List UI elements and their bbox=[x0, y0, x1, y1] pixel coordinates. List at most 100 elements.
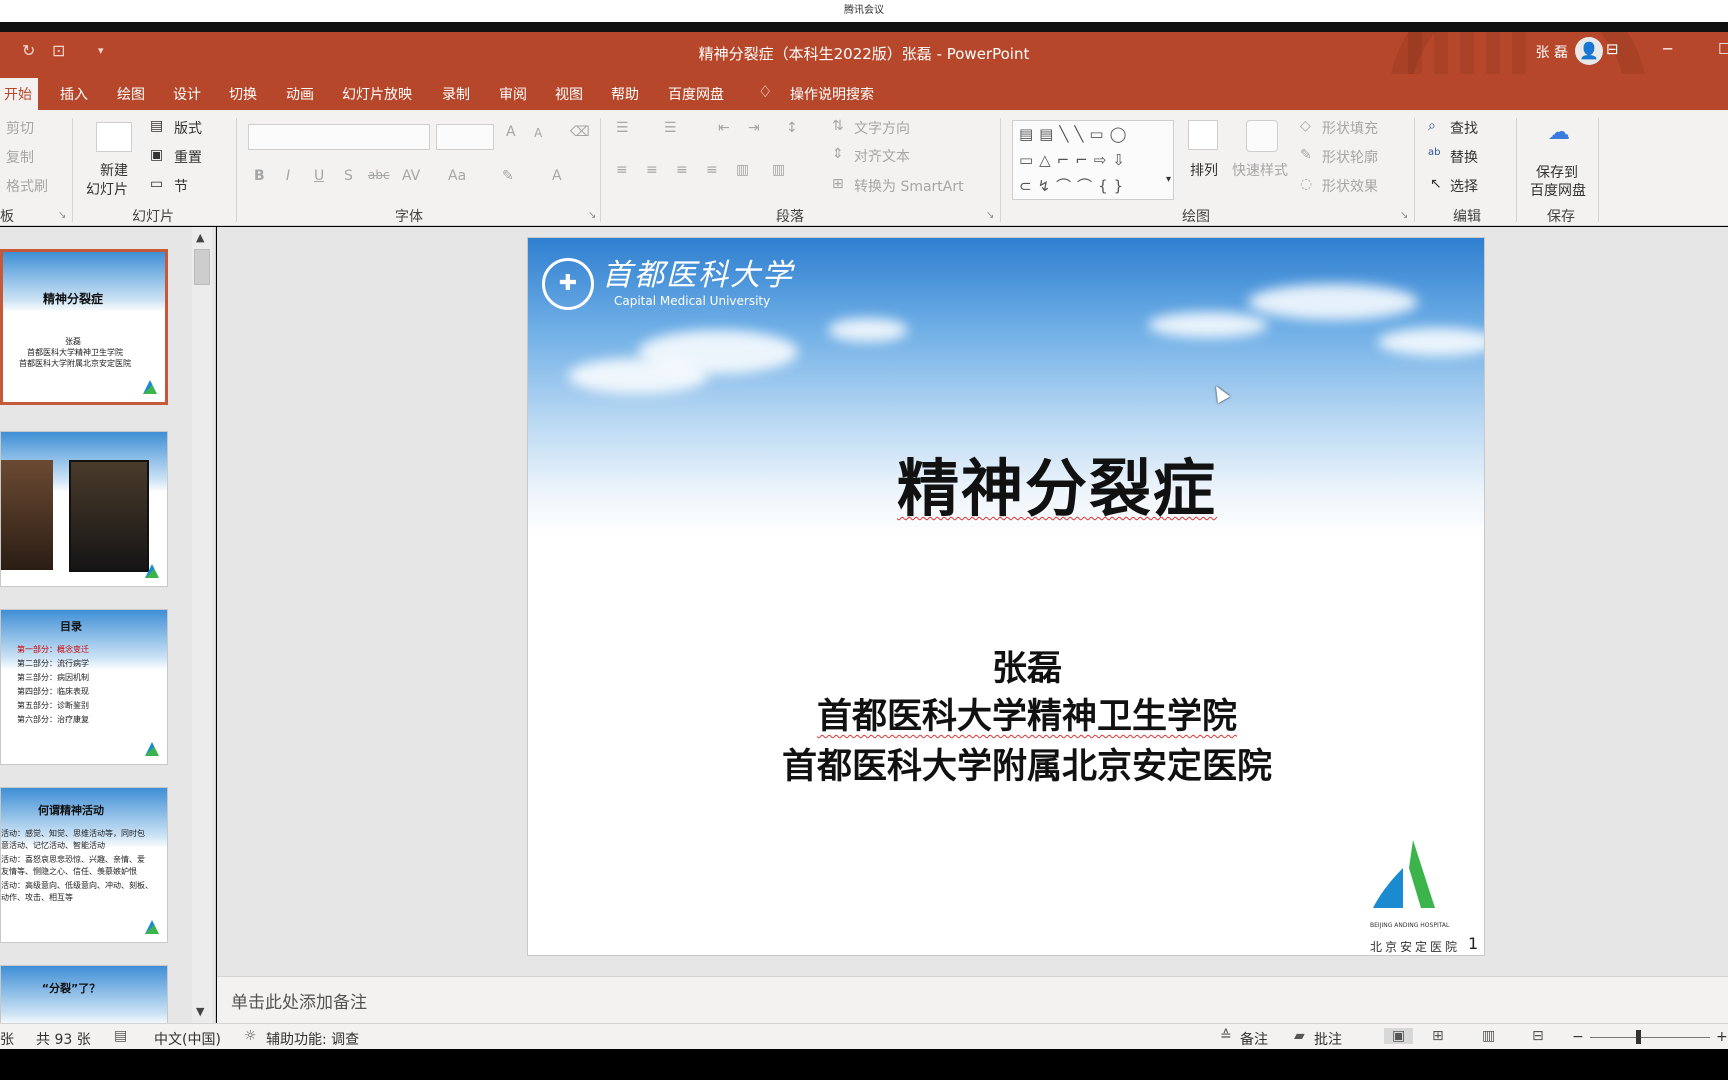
user-name[interactable]: 张 磊 bbox=[1536, 42, 1568, 62]
save-baidu-label-2[interactable]: 百度网盘 bbox=[1530, 180, 1586, 200]
align-left-icon[interactable]: ≡ bbox=[616, 162, 628, 178]
current-slide[interactable]: ✚ 首都医科大学 Capital Medical University 精神分裂… bbox=[527, 237, 1485, 956]
shape-effects-button[interactable]: 形状效果 bbox=[1322, 176, 1378, 196]
font-size-dropdown[interactable] bbox=[436, 124, 494, 150]
new-slide-label-1[interactable]: 新建 bbox=[100, 160, 128, 180]
tab-help[interactable]: 帮助 bbox=[611, 84, 639, 104]
arrange-icon[interactable] bbox=[1188, 120, 1218, 150]
numbering-icon[interactable]: ☰ bbox=[664, 120, 677, 136]
zoom-slider[interactable] bbox=[1590, 1037, 1710, 1038]
change-case-button[interactable]: Aa bbox=[448, 168, 466, 184]
slide-thumbnail-2[interactable] bbox=[0, 431, 168, 587]
arrange-button[interactable]: 排列 bbox=[1190, 160, 1218, 180]
paragraph-launcher-icon[interactable]: ↘ bbox=[986, 210, 994, 221]
shape-outline-button[interactable]: 形状轮廓 bbox=[1322, 147, 1378, 167]
slide-thumbnail-4[interactable]: 何谓精神活动 活动：感觉、知觉、思维活动等，同时包 意活动、记忆活动、智能活动 … bbox=[0, 787, 168, 943]
section-button[interactable]: 节 bbox=[174, 176, 188, 196]
notes-icon[interactable]: ≙ bbox=[1220, 1028, 1232, 1044]
drawing-launcher-icon[interactable]: ↘ bbox=[1400, 210, 1408, 221]
normal-view-icon[interactable]: ▣ bbox=[1384, 1028, 1414, 1044]
maximize-icon[interactable]: ☐ bbox=[1718, 40, 1728, 58]
tab-insert[interactable]: 插入 bbox=[60, 84, 88, 104]
quick-styles-icon[interactable] bbox=[1246, 120, 1278, 152]
zoom-in-button[interactable]: + bbox=[1716, 1029, 1728, 1045]
thumbnail-scrollbar[interactable]: ▲ ▼ bbox=[192, 227, 212, 1023]
copy-button[interactable]: 复制 bbox=[6, 147, 34, 167]
text-direction-button[interactable]: 文字方向 bbox=[854, 118, 910, 138]
tab-animations[interactable]: 动画 bbox=[286, 84, 314, 104]
shadow-button[interactable]: S bbox=[344, 168, 353, 184]
reset-button[interactable]: 重置 bbox=[174, 147, 202, 167]
tab-slideshow[interactable]: 幻灯片放映 bbox=[342, 84, 412, 104]
tab-view[interactable]: 视图 bbox=[555, 84, 583, 104]
align-center-icon[interactable]: ≡ bbox=[646, 162, 658, 178]
slideshow-view-icon[interactable]: ⊟ bbox=[1532, 1028, 1544, 1044]
underline-button[interactable]: U bbox=[314, 168, 324, 184]
scrollbar-thumb[interactable] bbox=[194, 249, 210, 285]
new-slide-label-2[interactable]: 幻灯片 bbox=[86, 179, 128, 199]
tab-record[interactable]: 录制 bbox=[442, 84, 470, 104]
slide-title[interactable]: 精神分裂症 bbox=[528, 438, 1484, 528]
select-button[interactable]: 选择 bbox=[1450, 176, 1478, 196]
shrink-font-button[interactable]: A bbox=[534, 126, 542, 140]
clipboard-launcher-icon[interactable]: ↘ bbox=[58, 210, 66, 221]
bullets-icon[interactable]: ☰ bbox=[616, 120, 629, 136]
zoom-slider-handle[interactable] bbox=[1636, 1030, 1641, 1044]
line-spacing-icon[interactable]: ↕ bbox=[786, 120, 798, 136]
comments-icon[interactable]: ▰ bbox=[1294, 1028, 1305, 1044]
minimize-icon[interactable]: ─ bbox=[1663, 40, 1672, 58]
align-text-button[interactable]: 对齐文本 bbox=[854, 146, 910, 166]
quick-styles-button[interactable]: 快速样式 bbox=[1232, 160, 1288, 180]
columns-icon[interactable]: ▥ bbox=[772, 162, 785, 178]
comments-toggle[interactable]: 批注 bbox=[1314, 1029, 1342, 1049]
slide-thumbnail-3[interactable]: 目录 第一部分：概念变迁 第二部分：流行病学 第三部分：病因机制 第四部分：临床… bbox=[0, 609, 168, 765]
shapes-more-icon[interactable]: ▾ bbox=[1166, 174, 1171, 185]
language-indicator[interactable]: 中文(中国) bbox=[154, 1029, 221, 1049]
slide-affiliation-2[interactable]: 首都医科大学附属北京安定医院 bbox=[528, 738, 1484, 789]
shape-fill-button[interactable]: 形状填充 bbox=[1322, 118, 1378, 138]
highlight-icon[interactable]: ✎ bbox=[502, 168, 514, 184]
slide-sorter-icon[interactable]: ⊞ bbox=[1432, 1028, 1444, 1044]
shapes-gallery[interactable]: ▤▤╲╲▭◯ ▭△⌐⌐⇨⇩ ⊂↯⌒⌒{} bbox=[1012, 120, 1174, 200]
find-button[interactable]: 查找 bbox=[1450, 118, 1478, 138]
tab-baidu[interactable]: 百度网盘 bbox=[668, 84, 724, 104]
justify-icon[interactable]: ≡ bbox=[706, 162, 718, 178]
font-color-button[interactable]: A bbox=[552, 168, 562, 184]
font-launcher-icon[interactable]: ↘ bbox=[588, 210, 596, 221]
avatar-icon[interactable]: 👤 bbox=[1575, 37, 1603, 65]
tab-review[interactable]: 审阅 bbox=[499, 84, 527, 104]
char-spacing-button[interactable]: AV bbox=[402, 168, 420, 184]
tab-design[interactable]: 设计 bbox=[173, 84, 201, 104]
align-right-icon[interactable]: ≡ bbox=[676, 162, 688, 178]
tab-transitions[interactable]: 切换 bbox=[229, 84, 257, 104]
ribbon-display-icon[interactable]: ⊟ bbox=[1606, 40, 1619, 58]
font-name-dropdown[interactable] bbox=[248, 124, 430, 150]
tell-me-search[interactable]: 操作说明搜索 bbox=[790, 84, 874, 104]
tab-draw[interactable]: 绘图 bbox=[117, 84, 145, 104]
notes-pane[interactable]: 单击此处添加备注 bbox=[217, 976, 1728, 1023]
reading-view-icon[interactable]: ▥ bbox=[1482, 1028, 1495, 1044]
tab-home[interactable]: 开始 bbox=[0, 78, 38, 110]
accessibility-icon[interactable]: ☼ bbox=[244, 1028, 257, 1044]
notes-placeholder[interactable]: 单击此处添加备注 bbox=[231, 988, 367, 1013]
bold-button[interactable]: B bbox=[254, 168, 265, 184]
spellcheck-icon[interactable]: ▤ bbox=[114, 1028, 127, 1044]
zoom-out-button[interactable]: − bbox=[1572, 1029, 1584, 1045]
new-slide-icon[interactable] bbox=[96, 122, 132, 152]
increase-indent-icon[interactable]: ⇥ bbox=[748, 120, 760, 136]
slide-affiliation-1[interactable]: 首都医科大学精神卫生学院 bbox=[528, 688, 1484, 739]
scroll-up-icon[interactable]: ▲ bbox=[196, 231, 204, 244]
format-painter-button[interactable]: 格式刷 bbox=[6, 176, 48, 196]
decrease-indent-icon[interactable]: ⇤ bbox=[718, 120, 730, 136]
slide-thumbnail-1[interactable]: 精神分裂症 张磊 首都医科大学精神卫生学院 首都医科大学附属北京安定医院 bbox=[0, 249, 168, 405]
baidu-cloud-icon[interactable]: ☁ bbox=[1548, 120, 1570, 145]
strikethrough-button[interactable]: abc bbox=[368, 168, 390, 182]
clear-format-icon[interactable]: ⌫ bbox=[570, 124, 590, 140]
slide-author[interactable]: 张磊 bbox=[528, 640, 1484, 691]
scroll-down-icon[interactable]: ▼ bbox=[196, 1005, 204, 1018]
save-baidu-label-1[interactable]: 保存到 bbox=[1536, 162, 1578, 182]
italic-button[interactable]: I bbox=[286, 168, 290, 184]
layout-button[interactable]: 版式 bbox=[174, 118, 202, 138]
grow-font-button[interactable]: A bbox=[506, 124, 516, 140]
cut-button[interactable]: 剪切 bbox=[6, 118, 34, 138]
